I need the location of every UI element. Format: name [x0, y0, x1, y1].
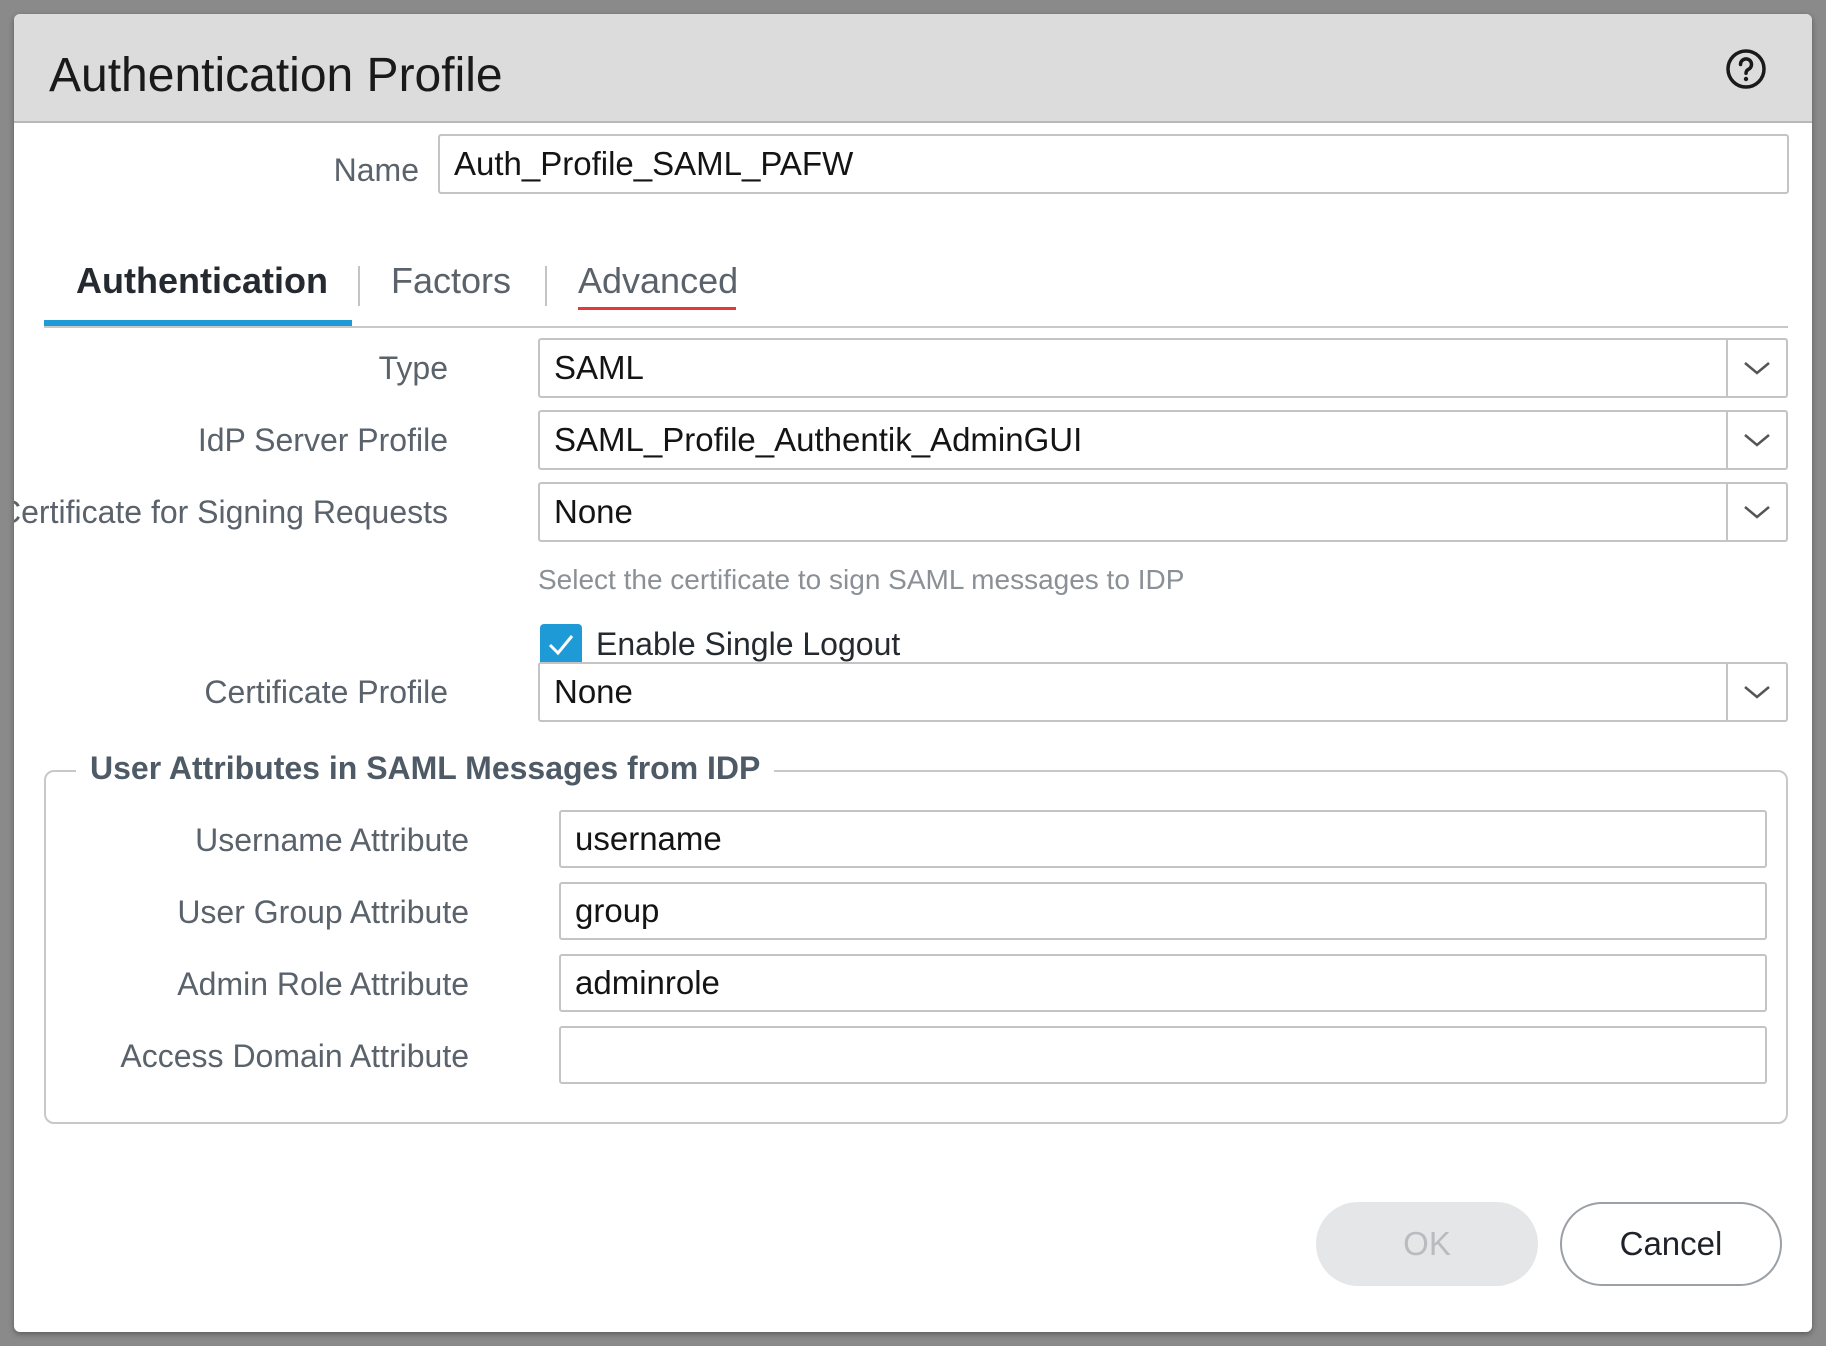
- single-logout-checkbox[interactable]: [540, 624, 582, 666]
- idp-server-profile-select[interactable]: SAML_Profile_Authentik_AdminGUI: [538, 410, 1788, 470]
- chevron-down-icon[interactable]: [1726, 340, 1786, 396]
- cert-signing-select[interactable]: None: [538, 482, 1788, 542]
- username-attribute-input[interactable]: username: [559, 810, 1767, 868]
- ok-button[interactable]: OK: [1316, 1202, 1538, 1286]
- access-domain-attribute-label: Access Domain Attribute: [120, 1038, 469, 1074]
- cert-signing-value: None: [554, 493, 633, 530]
- user-attributes-legend: User Attributes in SAML Messages from ID…: [76, 750, 775, 787]
- help-icon[interactable]: [1725, 48, 1767, 90]
- tab-advanced[interactable]: Advanced: [578, 260, 738, 302]
- tab-separator: [358, 266, 360, 306]
- user-group-attribute-input[interactable]: group: [559, 882, 1767, 940]
- access-domain-attribute-input[interactable]: [559, 1026, 1767, 1084]
- chevron-down-icon[interactable]: [1726, 412, 1786, 468]
- checkmark-icon: [548, 635, 574, 656]
- user-group-attribute-label: User Group Attribute: [177, 894, 469, 930]
- username-attribute-label: Username Attribute: [195, 822, 469, 858]
- name-input[interactable]: Auth_Profile_SAML_PAFW: [438, 134, 1789, 194]
- idp-server-profile-label: IdP Server Profile: [197, 422, 448, 458]
- cancel-button[interactable]: Cancel: [1560, 1202, 1782, 1286]
- idp-server-profile-value: SAML_Profile_Authentik_AdminGUI: [554, 421, 1083, 458]
- authentication-profile-dialog: Authentication Profile Name Auth_Profile…: [14, 14, 1812, 1332]
- tab-separator: [545, 266, 547, 306]
- chevron-down-icon[interactable]: [1726, 664, 1786, 720]
- spellcheck-underline: [578, 307, 736, 310]
- active-tab-indicator: [44, 320, 352, 326]
- cert-signing-hint: Select the certificate to sign SAML mess…: [538, 564, 1185, 595]
- tab-authentication[interactable]: Authentication: [76, 260, 328, 302]
- tab-factors[interactable]: Factors: [391, 260, 511, 302]
- tabs-divider: [44, 326, 1788, 328]
- cert-profile-select[interactable]: None: [538, 662, 1788, 722]
- name-label: Name: [333, 152, 419, 188]
- dialog-title: Authentication Profile: [49, 49, 503, 102]
- cert-profile-label: Certificate Profile: [204, 674, 448, 710]
- cert-signing-label: Certificate for Signing Requests: [14, 494, 448, 530]
- cert-profile-value: None: [554, 673, 633, 710]
- dialog-title-bar: Authentication Profile: [14, 14, 1812, 123]
- admin-role-attribute-input[interactable]: adminrole: [559, 954, 1767, 1012]
- type-label: Type: [378, 350, 448, 386]
- admin-role-attribute-label: Admin Role Attribute: [177, 966, 469, 1002]
- chevron-down-icon[interactable]: [1726, 484, 1786, 540]
- type-select-value: SAML: [554, 349, 644, 386]
- type-select[interactable]: SAML: [538, 338, 1788, 398]
- single-logout-label[interactable]: Enable Single Logout: [596, 626, 900, 663]
